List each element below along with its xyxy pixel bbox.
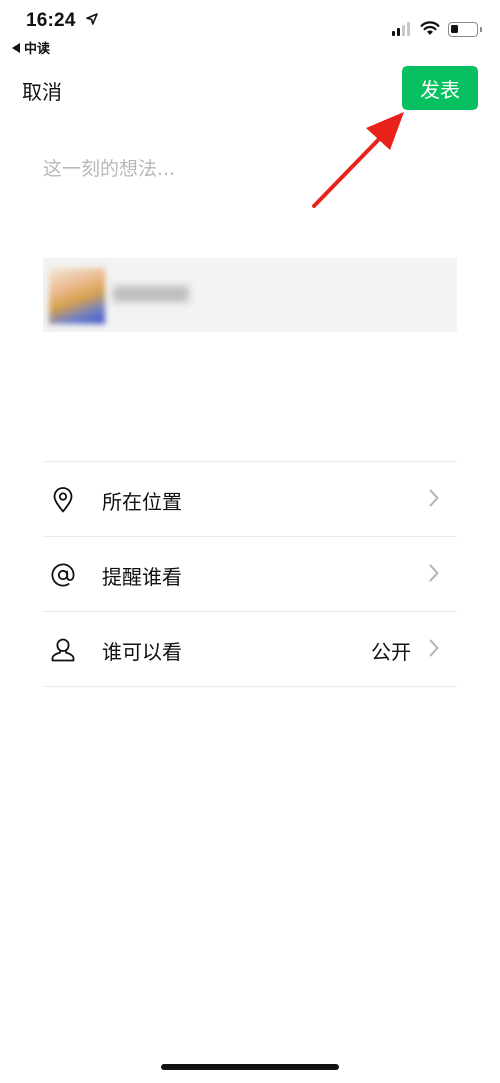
post-options-list: 所在位置 提醒谁看 谁可以看 公开 bbox=[43, 461, 457, 687]
moment-text-input[interactable]: 这一刻的想法... bbox=[43, 154, 175, 181]
chevron-right-icon bbox=[429, 639, 439, 657]
status-bar: 16:24 中读 bbox=[0, 0, 500, 60]
battery-level bbox=[451, 25, 458, 33]
back-app-label: 中读 bbox=[24, 42, 51, 57]
option-location[interactable]: 所在位置 bbox=[43, 462, 457, 536]
back-to-app-link[interactable]: 中读 bbox=[12, 38, 50, 57]
at-sign-icon bbox=[49, 561, 77, 589]
option-label: 提醒谁看 bbox=[102, 565, 182, 589]
battery-icon bbox=[448, 22, 478, 37]
option-label: 谁可以看 bbox=[102, 640, 182, 664]
shared-link-card[interactable] bbox=[43, 258, 457, 332]
link-title-blurred bbox=[113, 284, 189, 304]
chevron-right-icon bbox=[429, 564, 439, 582]
publish-button[interactable]: 发表 bbox=[402, 66, 478, 110]
home-indicator[interactable] bbox=[161, 1064, 339, 1070]
cellular-signal-icon bbox=[392, 22, 410, 36]
person-icon bbox=[49, 636, 77, 664]
cancel-button[interactable]: 取消 bbox=[22, 76, 62, 105]
wifi-icon bbox=[420, 21, 440, 35]
option-label: 所在位置 bbox=[102, 490, 182, 514]
divider bbox=[43, 686, 457, 687]
visibility-value: 公开 bbox=[371, 640, 411, 664]
link-thumbnail bbox=[49, 268, 105, 324]
location-arrow-icon bbox=[86, 13, 98, 25]
status-time: 16:24 bbox=[26, 10, 76, 31]
battery-cap bbox=[480, 27, 482, 32]
location-pin-icon bbox=[49, 486, 77, 514]
option-mention[interactable]: 提醒谁看 bbox=[43, 537, 457, 611]
annotation-arrow-icon bbox=[312, 112, 404, 208]
back-triangle-icon bbox=[12, 42, 20, 53]
chevron-right-icon bbox=[429, 489, 439, 507]
option-visibility[interactable]: 谁可以看 公开 bbox=[43, 612, 457, 686]
